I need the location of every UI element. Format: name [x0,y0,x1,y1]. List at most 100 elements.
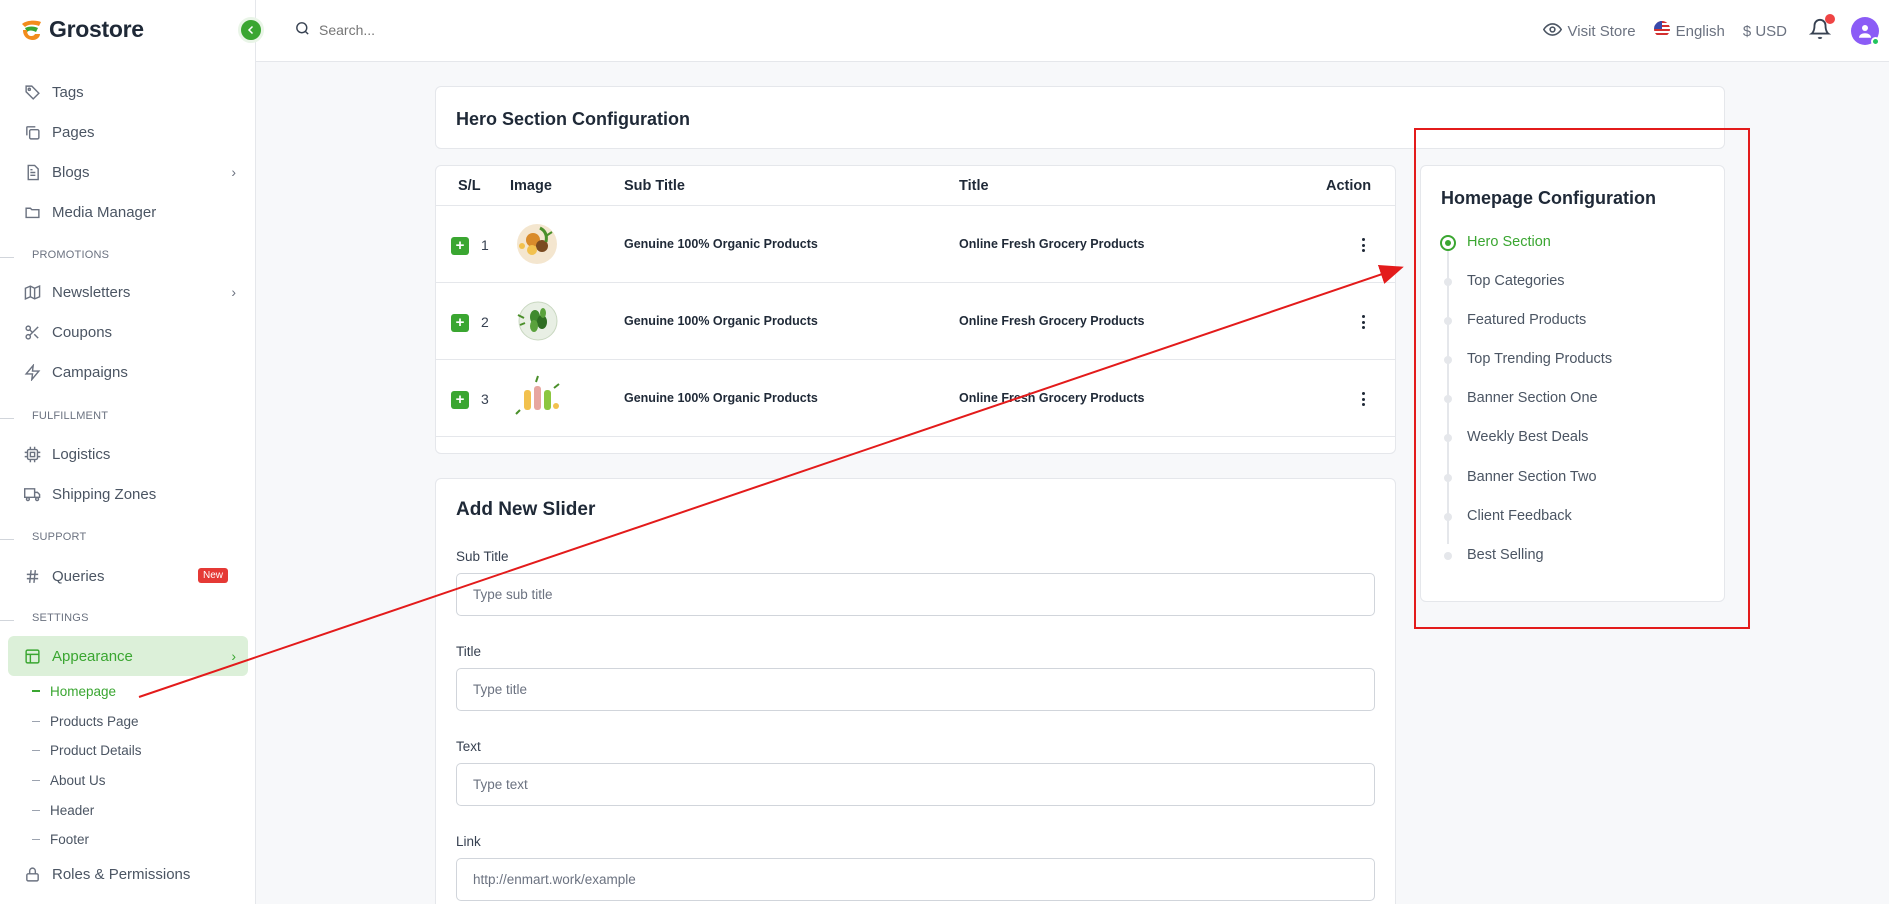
sidebar-item-logistics[interactable]: Logistics [8,434,248,474]
dash-icon [32,720,40,722]
expand-row-button[interactable]: + [451,391,469,409]
sidebar-subitem-label: Products Page [50,713,139,729]
dash-icon [32,690,40,692]
config-item-weekly-best-deals[interactable]: Weekly Best Deals [1467,429,1588,445]
column-header-action: Action [1326,178,1372,194]
timeline-dot [1444,317,1452,325]
sidebar-subitem-label: Product Details [50,742,142,758]
slide-image-thumbnail [510,295,564,347]
config-item-top-trending-products[interactable]: Top Trending Products [1467,351,1612,367]
hero-config-header-card: Hero Section Configuration [435,86,1725,149]
sidebar-item-appearance[interactable]: Appearance › [8,636,248,676]
language-label: English [1675,22,1725,40]
timeline-dot [1444,395,1452,403]
search-icon [294,20,311,40]
config-item-top-categories[interactable]: Top Categories [1467,273,1565,289]
chevron-left-icon [247,25,254,35]
sidebar-item-campaigns[interactable]: Campaigns [8,352,248,392]
sidebar-subitem-header[interactable]: Header [32,800,94,820]
chevron-right-icon: › [231,648,236,664]
document-icon [22,162,42,182]
section-label-promotions: PROMOTIONS [0,249,256,265]
currency-label: $ USD [1742,22,1787,40]
config-item-client-feedback[interactable]: Client Feedback [1467,508,1572,524]
slide-image-thumbnail [510,372,564,424]
sidebar-item-label: Coupons [52,323,113,341]
subtitle-input[interactable] [456,573,1375,616]
brand-logo[interactable]: Grostore [19,16,144,43]
config-item-best-selling[interactable]: Best Selling [1467,547,1544,563]
dash-icon [32,838,40,840]
table-header: S/L Image Sub Title Title Action [436,166,1395,206]
online-status-dot [1871,37,1880,46]
language-selector[interactable]: English [1653,21,1725,41]
row-actions-menu-icon[interactable] [1353,234,1373,256]
title-input[interactable] [456,668,1375,711]
sidebar: Grostore Tags Pages Blogs › Media Manage… [0,0,256,904]
bolt-icon [22,362,42,382]
sidebar-subitem-about-us[interactable]: About Us [32,770,106,790]
title-label: Title [456,644,482,659]
sidebar-item-label: Blogs [52,163,90,181]
row-title: Online Fresh Grocery Products [959,237,1145,251]
sidebar-item-newsletters[interactable]: Newsletters › [8,272,248,312]
row-number: 1 [481,237,489,253]
truck-icon [22,484,42,504]
user-avatar[interactable] [1851,17,1880,46]
sidebar-item-roles-permissions[interactable]: Roles & Permissions [8,854,248,894]
timeline-dot [1444,278,1452,286]
text-input[interactable] [456,763,1375,806]
visit-store-label: Visit Store [1567,22,1636,40]
sidebar-subitem-products-page[interactable]: Products Page [32,711,139,731]
dash-icon [32,779,40,781]
sidebar-subitem-label: About Us [50,772,106,788]
table-row: + 3 Genuine 100% Organic Products Online… [436,360,1395,437]
currency-selector[interactable]: $ USD [1743,23,1787,40]
sidebar-item-pages[interactable]: Pages [8,112,248,152]
hero-slides-table: S/L Image Sub Title Title Action + 1 Gen… [435,165,1396,454]
sidebar-item-queries[interactable]: Queries New [8,556,248,596]
config-item-banner-section-two[interactable]: Banner Section Two [1467,469,1597,485]
section-label-fulfillment: FULFILLMENT [0,410,256,426]
chevron-right-icon: › [231,164,236,180]
row-actions-menu-icon[interactable] [1353,388,1373,410]
column-header-image: Image [510,178,552,194]
config-item-hero-section[interactable]: Hero Section [1467,234,1551,250]
sidebar-item-label: Newsletters [52,283,131,301]
grostore-logo-icon [19,18,43,42]
sidebar-item-coupons[interactable]: Coupons [8,312,248,352]
sidebar-item-shipping-zones[interactable]: Shipping Zones [8,474,248,514]
sidebar-item-media-manager[interactable]: Media Manager [8,192,248,232]
notifications-button[interactable] [1808,14,1835,44]
search-input[interactable] [319,22,519,38]
row-subtitle: Genuine 100% Organic Products [624,314,818,328]
link-input[interactable] [456,858,1375,901]
sidebar-item-label: Roles & Permissions [52,865,191,883]
sidebar-subitem-footer[interactable]: Footer [32,829,89,849]
row-actions-menu-icon[interactable] [1353,311,1373,333]
column-header-subtitle: Sub Title [624,178,685,194]
sidebar-collapse-button[interactable] [238,17,264,43]
sidebar-item-tags[interactable]: Tags [8,72,248,112]
page-title: Hero Section Configuration [456,109,690,129]
sidebar-item-label: Campaigns [52,363,128,381]
slide-image-thumbnail [510,218,564,270]
topbar-actions: Visit Store English $ USD [1542,14,1889,46]
expand-row-button[interactable]: + [451,314,469,332]
topbar: Visit Store English $ USD [256,0,1889,62]
sidebar-item-blogs[interactable]: Blogs › [8,152,248,192]
timeline-dot [1444,513,1452,521]
search-bar[interactable] [294,20,519,40]
timeline-dot [1444,552,1452,560]
expand-row-button[interactable]: + [451,237,469,255]
visit-store-link[interactable]: Visit Store [1542,20,1636,43]
config-item-featured-products[interactable]: Featured Products [1467,312,1586,328]
sidebar-item-label: Media Manager [52,203,157,221]
config-item-banner-section-one[interactable]: Banner Section One [1467,390,1598,406]
chip-icon [22,444,42,464]
sidebar-subitem-product-details[interactable]: Product Details [32,740,142,760]
timeline-dot [1444,474,1452,482]
column-header-title: Title [959,178,989,194]
map-icon [22,282,42,302]
sidebar-subitem-homepage[interactable]: Homepage [32,681,116,701]
